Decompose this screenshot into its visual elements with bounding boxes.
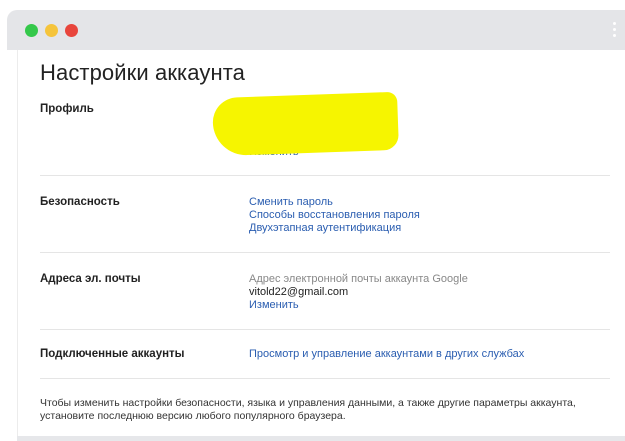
page-title: Настройки аккаунта: [40, 60, 245, 85]
security-section: Безопасность Сменить пароль Способы восс…: [40, 194, 608, 239]
security-label: Безопасность: [40, 196, 120, 208]
redaction-highlight: [212, 91, 399, 157]
browser-window: Настройки аккаунта Профиль Изменить Безо…: [0, 0, 625, 441]
change-password-link[interactable]: Сменить пароль: [249, 196, 420, 209]
email-change-link[interactable]: Изменить: [249, 299, 468, 312]
two-step-verification-link[interactable]: Двухэтапная аутентификация: [249, 222, 420, 235]
minimize-button[interactable]: [45, 24, 58, 37]
profile-label: Профиль: [40, 103, 94, 115]
email-address: vitold22@gmail.com: [249, 286, 349, 298]
connected-accounts-label: Подключенные аккаунты: [40, 348, 185, 360]
divider: [40, 378, 610, 379]
maximize-button[interactable]: [25, 24, 38, 37]
connected-accounts-section: Подключенные аккаунты Просмотр и управле…: [40, 348, 608, 368]
recovery-options-link[interactable]: Способы восстановления пароля: [249, 209, 420, 222]
divider: [40, 175, 610, 176]
email-values: Адрес электронной почты аккаунта Google …: [249, 273, 468, 312]
window-titlebar: [7, 10, 625, 50]
close-button[interactable]: [65, 24, 78, 37]
divider: [40, 252, 610, 253]
security-links: Сменить пароль Способы восстановления па…: [249, 196, 420, 235]
email-caption: Адрес электронной почты аккаунта Google: [249, 273, 468, 285]
email-label: Адреса эл. почты: [40, 273, 141, 285]
divider: [40, 329, 610, 330]
browser-upgrade-note: Чтобы изменить настройки безопасности, я…: [40, 397, 576, 422]
more-options-icon[interactable]: [613, 22, 617, 38]
connected-accounts-values: Просмотр и управление аккаунтами в други…: [249, 348, 524, 361]
email-section: Адреса эл. почты Адрес электронной почты…: [40, 271, 608, 316]
manage-connected-accounts-link[interactable]: Просмотр и управление аккаунтами в други…: [249, 348, 524, 361]
window-bottom-edge: [17, 436, 625, 441]
account-settings-panel: Настройки аккаунта Профиль Изменить Безо…: [17, 50, 625, 441]
